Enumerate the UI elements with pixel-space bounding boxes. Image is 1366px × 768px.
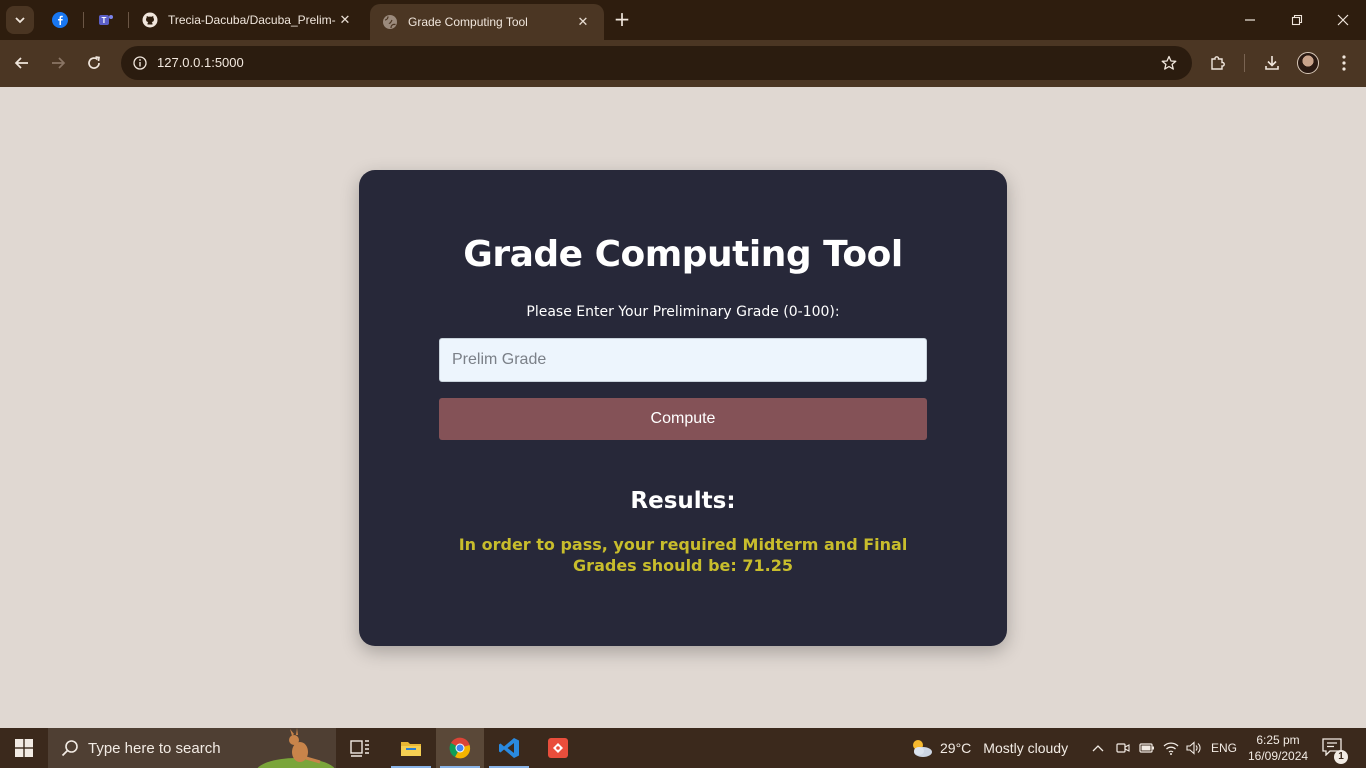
kangaroo-icon [256, 728, 336, 768]
restore-button[interactable] [1285, 8, 1309, 32]
tab-title: Trecia-Dacuba/Dacuba_Prelim-L [168, 13, 336, 27]
download-icon [1265, 56, 1279, 70]
file-explorer-icon [401, 742, 421, 756]
tray-battery[interactable] [1137, 738, 1157, 758]
taskbar-task-view[interactable] [336, 728, 384, 768]
browser-tab-bar: T Trecia-Dacuba/Dacuba_Prelim-L ✕ Grade … [0, 0, 1366, 40]
chrome-icon [449, 737, 471, 759]
back-button[interactable] [10, 51, 34, 75]
extensions-button[interactable] [1206, 51, 1230, 75]
task-view-icon [350, 740, 369, 757]
vscode-icon [499, 738, 519, 758]
weather-description: Mostly cloudy [983, 740, 1069, 756]
close-window-button[interactable] [1331, 8, 1355, 32]
tray-wifi[interactable] [1161, 738, 1181, 758]
github-icon [142, 12, 158, 28]
search-placeholder: Type here to search [88, 740, 221, 757]
taskbar-search[interactable]: Type here to search [48, 728, 336, 768]
restore-icon [1291, 14, 1303, 26]
toolbar-divider [1244, 54, 1245, 72]
address-bar[interactable]: 127.0.0.1:5000 [121, 46, 1192, 80]
tab-github-repo[interactable]: Trecia-Dacuba/Dacuba_Prelim-L ✕ [130, 0, 366, 40]
tab-separator [128, 12, 129, 28]
downloads-button[interactable] [1260, 51, 1284, 75]
grade-card: Grade Computing Tool Please Enter Your P… [359, 170, 1007, 646]
tray-meet-now[interactable] [1113, 738, 1133, 758]
notification-center-button[interactable]: 1 [1322, 738, 1348, 764]
compute-button[interactable]: Compute [439, 398, 927, 440]
grade-input-label: Please Enter Your Preliminary Grade (0-1… [526, 304, 840, 320]
site-info-button[interactable] [129, 52, 151, 74]
prelim-grade-input[interactable] [439, 338, 927, 382]
notification-count-badge: 1 [1334, 750, 1348, 764]
weather-temperature: 29°C [940, 740, 972, 756]
chevron-down-icon [15, 17, 25, 24]
search-icon [61, 740, 78, 757]
taskbar-vscode[interactable] [485, 728, 533, 768]
kebab-menu-icon [1342, 55, 1346, 71]
weather-widget[interactable]: 29°C Mostly cloudy [908, 728, 1068, 768]
chevron-up-icon [1092, 745, 1104, 752]
pinned-tab-facebook[interactable] [48, 8, 72, 32]
svg-text:T: T [102, 16, 107, 25]
reload-button[interactable] [82, 51, 106, 75]
partly-cloudy-icon [913, 740, 932, 757]
url-text: 127.0.0.1:5000 [157, 55, 244, 70]
minimize-icon [1245, 19, 1255, 21]
tray-volume[interactable] [1184, 738, 1204, 758]
windows-taskbar: Type here to search 29°C Mostly cloudy E… [0, 728, 1366, 768]
facebook-icon [52, 12, 68, 28]
git-app-icon [548, 738, 568, 758]
start-button[interactable] [0, 728, 48, 768]
page-viewport: Grade Computing Tool Please Enter Your P… [0, 87, 1366, 728]
close-icon[interactable]: ✕ [574, 15, 592, 30]
taskbar-file-explorer[interactable] [387, 728, 435, 768]
language-indicator[interactable]: ENG [1211, 741, 1237, 755]
tab-search-button[interactable] [6, 6, 34, 34]
system-clock[interactable]: 6:25 pm 16/09/2024 [1248, 732, 1308, 764]
arrow-right-icon [52, 57, 66, 69]
taskbar-chrome[interactable] [436, 728, 484, 768]
taskbar-git-app[interactable] [534, 728, 582, 768]
tray-overflow-button[interactable] [1088, 738, 1108, 758]
page-title: Grade Computing Tool [463, 234, 903, 275]
arrow-left-icon [14, 57, 28, 69]
battery-icon [1139, 743, 1154, 753]
windows-logo-icon [15, 739, 33, 757]
video-camera-icon [1116, 743, 1130, 753]
clock-date: 16/09/2024 [1248, 749, 1309, 763]
star-icon [1161, 55, 1177, 70]
wifi-icon [1163, 742, 1179, 755]
bookmark-button[interactable] [1158, 52, 1180, 74]
speaker-icon [1186, 741, 1201, 755]
teams-icon: T [99, 15, 113, 25]
profile-avatar[interactable] [1297, 52, 1319, 74]
clock-time: 6:25 pm [1256, 733, 1300, 747]
globe-icon [383, 15, 397, 29]
reload-icon [88, 56, 100, 69]
tab-grade-computing-tool[interactable]: Grade Computing Tool ✕ [370, 4, 604, 40]
info-icon [133, 56, 147, 70]
close-icon [1337, 14, 1349, 26]
puzzle-icon [1211, 56, 1225, 70]
forward-button[interactable] [46, 51, 70, 75]
result-message: In order to pass, your required Midterm … [458, 535, 908, 575]
new-tab-button[interactable]: + [610, 8, 634, 32]
results-heading: Results: [630, 488, 736, 514]
tab-separator [83, 12, 84, 28]
tab-title: Grade Computing Tool [408, 15, 528, 29]
minimize-button[interactable] [1238, 8, 1262, 32]
close-icon[interactable]: ✕ [336, 13, 354, 28]
menu-button[interactable] [1332, 51, 1356, 75]
pinned-tab-teams[interactable]: T [94, 8, 118, 32]
browser-toolbar: 127.0.0.1:5000 [0, 40, 1366, 87]
